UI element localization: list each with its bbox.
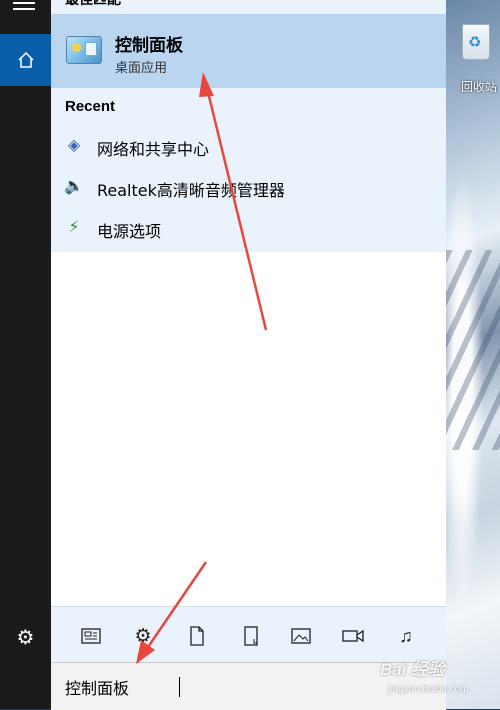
power-icon: ⚡ (68, 219, 80, 236)
apps-filter-icon[interactable] (79, 625, 103, 647)
settings-filter-icon[interactable]: ⚙ (131, 625, 155, 647)
recent-item-label: Realtek高清晰音频管理器 (97, 181, 285, 200)
recent-item[interactable]: 🔈 Realtek高清晰音频管理器 (51, 167, 446, 207)
recent-item[interactable]: ◈ 网络和共享中心 (51, 126, 446, 166)
control-panel-icon (66, 36, 102, 64)
search-panel: 最佳匹配 控制面板 桌面应用 Recent ◈ 网络和共享中心 🔈 Realte… (51, 0, 446, 710)
recent-item[interactable]: ⚡ 电源选项 (51, 208, 446, 248)
watermark-url: jingyan.baidu.com (388, 684, 469, 695)
photos-filter-icon[interactable] (289, 625, 313, 647)
watermark-logo: Bai 经验 (380, 660, 446, 679)
results-empty-area (51, 252, 446, 606)
gear-icon: ⚙ (16, 626, 35, 649)
network-icon: ◈ (67, 137, 81, 154)
folders-filter-icon[interactable] (239, 625, 263, 647)
best-match-result[interactable]: 控制面板 桌面应用 (51, 14, 446, 88)
recycle-bin-icon (462, 24, 490, 60)
recent-item-label: 网络和共享中心 (97, 140, 210, 159)
music-filter-icon[interactable]: ♫ (394, 625, 418, 647)
results-area: 最佳匹配 控制面板 桌面应用 Recent ◈ 网络和共享中心 🔈 Realte… (51, 0, 446, 252)
settings-button[interactable]: ⚙ (0, 614, 51, 660)
text-caret (179, 677, 180, 697)
recent-heading: Recent (65, 98, 116, 115)
best-match-subtitle: 桌面应用 (115, 61, 168, 76)
hamburger-menu-icon[interactable] (13, 0, 35, 10)
home-icon (17, 51, 34, 68)
recent-item-label: 电源选项 (97, 222, 162, 241)
best-match-heading: 最佳匹配 (65, 0, 121, 9)
documents-filter-icon[interactable] (185, 625, 209, 647)
best-match-title: 控制面板 (115, 36, 183, 56)
desktop-wallpaper: 回收站 (446, 0, 500, 709)
start-rail: ⚙ (0, 0, 51, 709)
home-button[interactable] (0, 34, 51, 86)
speaker-icon: 🔈 (64, 178, 84, 195)
recycle-bin-label: 回收站 (460, 80, 497, 94)
recycle-bin[interactable]: 回收站 (454, 24, 498, 95)
search-input[interactable] (63, 673, 427, 701)
videos-filter-icon[interactable] (341, 625, 365, 647)
